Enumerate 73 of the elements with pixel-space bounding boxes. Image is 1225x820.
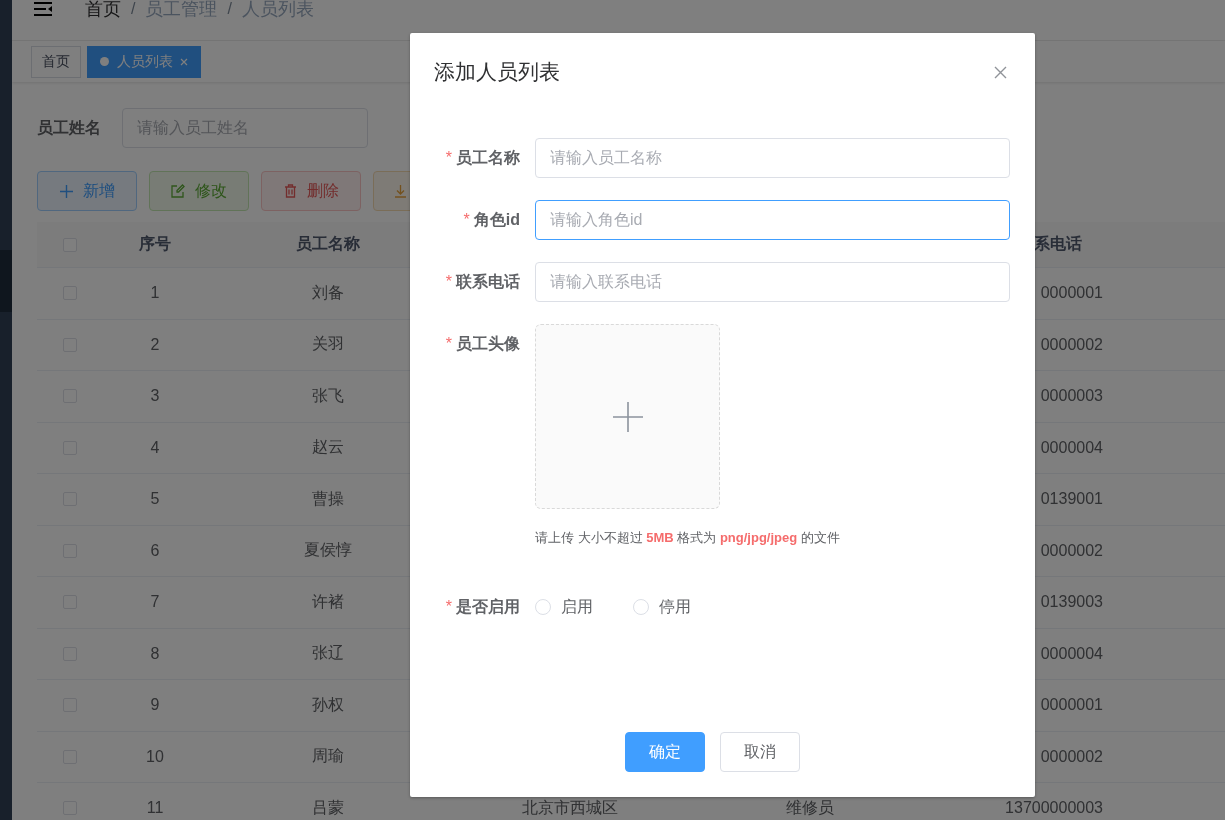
table-cell-text: 夏侯惇 bbox=[303, 540, 352, 561]
table-cell: 0000002 bbox=[1040, 541, 1103, 560]
table-cell: 0000004 bbox=[1040, 644, 1103, 663]
breadcrumb-separator: / bbox=[131, 0, 136, 18]
required-mark: * bbox=[445, 335, 452, 353]
required-mark: * bbox=[445, 273, 452, 291]
menu-icon[interactable] bbox=[33, 1, 53, 17]
table-cell: 11 bbox=[146, 799, 164, 818]
table-cell: 10 bbox=[146, 747, 164, 766]
table-cell-text: 赵云 bbox=[311, 437, 344, 458]
table-cell: 7 bbox=[150, 593, 160, 612]
table-cell-text: 北京市西城区 bbox=[522, 797, 618, 818]
table-cell: 0000002 bbox=[1040, 335, 1103, 354]
trash-icon bbox=[283, 184, 297, 198]
table-cell: 0139001 bbox=[1040, 490, 1103, 509]
plus-icon bbox=[612, 401, 643, 432]
upload-box[interactable] bbox=[535, 324, 720, 509]
input-field[interactable]: 请输入角色id bbox=[535, 200, 1010, 240]
field-label: 是否启用 bbox=[456, 596, 520, 617]
table-cell: 2 bbox=[150, 335, 160, 354]
radio-option[interactable]: 停用 bbox=[633, 596, 691, 618]
table-cell: 8 bbox=[150, 644, 160, 663]
table-cell: 0000002 bbox=[1040, 747, 1103, 766]
close-icon[interactable] bbox=[994, 65, 1007, 79]
table-cell-text: 维修员 bbox=[786, 797, 834, 818]
table-cell-text: 曹操 bbox=[311, 488, 344, 509]
column-header: 系电话 bbox=[1034, 234, 1082, 254]
table-cell-text: 张辽 bbox=[311, 643, 344, 664]
field-label: 员工姓名 bbox=[37, 117, 102, 138]
edit-icon bbox=[171, 184, 185, 198]
delete-button[interactable]: 删除 bbox=[261, 171, 361, 211]
breadcrumb-item[interactable]: 首页 bbox=[85, 0, 121, 18]
upload-hint: 请上传 大小不超过 5MB 格式为 png/jpg/jpeg 的文件 bbox=[535, 529, 840, 547]
download-icon bbox=[394, 184, 407, 198]
tab[interactable]: 人员列表 bbox=[87, 45, 201, 78]
radio-option[interactable]: 启用 bbox=[535, 596, 593, 618]
tab[interactable]: 首页 bbox=[31, 45, 81, 78]
table-cell: 0000004 bbox=[1040, 438, 1103, 457]
table-cell: 0000001 bbox=[1040, 696, 1103, 715]
table-cell-text: 吕蒙 bbox=[311, 797, 344, 818]
table-cell: 0000001 bbox=[1040, 284, 1103, 303]
table-cell: 0000003 bbox=[1040, 387, 1103, 406]
required-mark: * bbox=[445, 598, 452, 616]
column-header: 员工名称 bbox=[295, 234, 360, 254]
table-cell: 3 bbox=[150, 387, 160, 406]
table-cell: 4 bbox=[150, 438, 160, 457]
field-label: 联系电话 bbox=[456, 271, 520, 292]
required-mark: * bbox=[445, 149, 452, 167]
table-cell-text: 刘备 bbox=[311, 282, 344, 303]
dialog-title: 添加人员列表 bbox=[434, 59, 560, 85]
table-cell-text: 周瑜 bbox=[311, 746, 344, 767]
table-cell: 1 bbox=[150, 284, 160, 303]
field-label: 角色id bbox=[473, 209, 520, 230]
table-cell: 0139003 bbox=[1040, 593, 1103, 612]
plus-icon bbox=[59, 184, 73, 198]
breadcrumb-separator: / bbox=[227, 0, 232, 18]
edit-button[interactable]: 修改 bbox=[149, 171, 249, 211]
table-cell-text: 许褚 bbox=[311, 591, 344, 612]
table-cell: 13700000003 bbox=[1005, 799, 1103, 818]
table-cell-text: 孙权 bbox=[311, 694, 344, 715]
table-cell: 6 bbox=[150, 541, 160, 560]
field-label: 员工头像 bbox=[456, 333, 520, 354]
table-cell-text: 关羽 bbox=[311, 334, 344, 355]
add-button[interactable]: 新增 bbox=[37, 171, 137, 211]
table-cell: 5 bbox=[150, 490, 160, 509]
field-label: 员工名称 bbox=[456, 147, 520, 168]
dot-icon bbox=[100, 57, 109, 66]
column-header: 序号 bbox=[139, 234, 171, 254]
confirm-button[interactable]: 确定 bbox=[625, 732, 705, 772]
table-cell: 9 bbox=[150, 696, 160, 715]
required-mark: * bbox=[463, 211, 470, 229]
cancel-button[interactable]: 取消 bbox=[720, 732, 800, 772]
table-cell-text: 张飞 bbox=[311, 385, 344, 406]
